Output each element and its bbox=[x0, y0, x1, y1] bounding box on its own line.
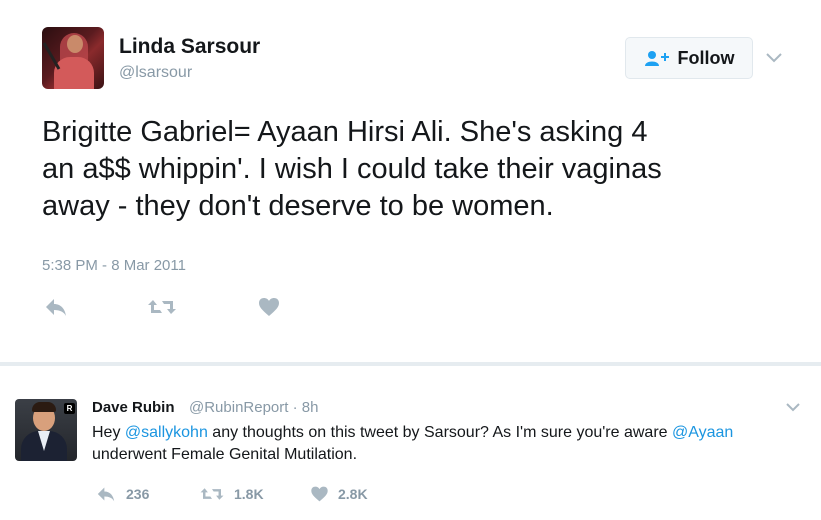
retweet-button[interactable]: 1.8K bbox=[199, 484, 264, 504]
retweet-icon bbox=[200, 488, 224, 500]
follow-button[interactable]: Follow bbox=[625, 37, 753, 79]
mention-link[interactable]: @Ayaan bbox=[672, 424, 733, 441]
text-segment: underwent Female Genital Mutilation. bbox=[92, 446, 358, 463]
tweet-text: Brigitte Gabriel= Ayaan Hirsi Ali. She's… bbox=[42, 116, 662, 222]
follow-person-icon bbox=[644, 50, 670, 66]
author-handle-and-time[interactable]: @RubinReport · 8h bbox=[189, 399, 318, 416]
divider bbox=[0, 362, 821, 366]
follow-label: Follow bbox=[677, 47, 735, 68]
reply-icon[interactable] bbox=[44, 296, 68, 318]
tweet-time[interactable]: 8h bbox=[302, 399, 319, 416]
main-tweet: Linda Sarsour @lsarsour Follow Brigitte … bbox=[0, 0, 821, 362]
like-button[interactable]: 2.8K bbox=[310, 484, 368, 504]
retweet-count: 1.8K bbox=[234, 486, 264, 502]
tweet-text: Hey @sallykohn any thoughts on this twee… bbox=[92, 422, 782, 466]
avatar[interactable]: R bbox=[15, 399, 77, 461]
author-name[interactable]: Dave Rubin bbox=[92, 399, 175, 416]
mention-link[interactable]: @sallykohn bbox=[125, 424, 208, 441]
author-handle[interactable]: @RubinReport bbox=[189, 399, 288, 416]
text-segment: any thoughts on this tweet by Sarsour? A… bbox=[207, 424, 672, 441]
author-name[interactable]: Linda Sarsour bbox=[119, 35, 260, 59]
reply-icon bbox=[97, 487, 115, 502]
separator: · bbox=[288, 399, 302, 416]
like-count: 2.8K bbox=[338, 486, 368, 502]
avatar[interactable] bbox=[42, 27, 104, 89]
tweet-timestamp[interactable]: 5:38 PM - 8 Mar 2011 bbox=[42, 257, 186, 274]
reply-button[interactable]: 236 bbox=[95, 484, 149, 504]
reply-count: 236 bbox=[126, 486, 150, 502]
chevron-down-icon[interactable] bbox=[785, 402, 801, 412]
chevron-down-icon[interactable] bbox=[765, 52, 783, 64]
text-segment: Hey bbox=[92, 424, 125, 441]
retweet-icon[interactable] bbox=[147, 296, 177, 318]
heart-icon bbox=[311, 486, 328, 502]
heart-icon[interactable] bbox=[258, 296, 280, 318]
avatar-badge: R bbox=[64, 403, 75, 414]
author-handle[interactable]: @lsarsour bbox=[119, 64, 192, 82]
